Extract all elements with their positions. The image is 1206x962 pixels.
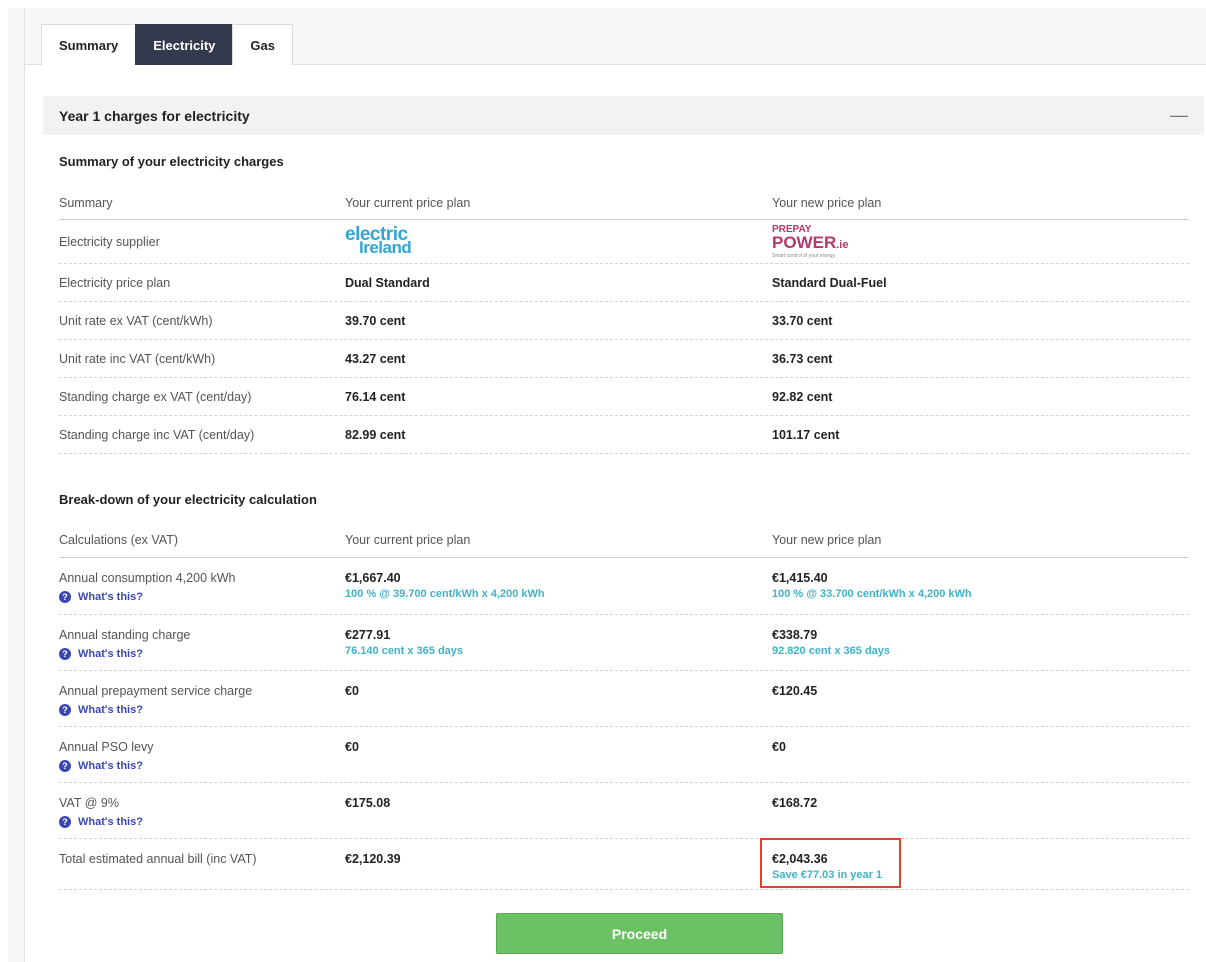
prepay-power-logo: PREPAY POWER.ie Smart control of your en…: [772, 224, 848, 259]
summary-header-col2: Your current price plan: [345, 195, 471, 210]
new-value: Standard Dual-Fuel: [772, 275, 887, 290]
proceed-button[interactable]: Proceed: [496, 913, 783, 954]
breakdown-section-title: Break-down of your electricity calculati…: [59, 492, 317, 507]
accordion-header[interactable]: Year 1 charges for electricity —: [43, 96, 1204, 135]
current-detail: 100 % @ 39.700 cent/kWh x 4,200 kWh: [345, 588, 545, 600]
new-value: €0: [772, 740, 786, 754]
row-label: Annual prepayment service charge: [59, 684, 253, 698]
summary-row: Electricity price plan Dual Standard Sta…: [59, 264, 1189, 302]
new-value: 36.73 cent: [772, 351, 833, 366]
question-icon: ?: [59, 591, 71, 603]
total-row: Total estimated annual bill (inc VAT) €2…: [59, 839, 1189, 890]
current-value: 82.99 cent: [345, 427, 406, 442]
current-value: €0: [345, 684, 359, 698]
current-value: €175.08: [345, 796, 391, 810]
current-value: €1,667.40: [345, 571, 401, 585]
tab-summary[interactable]: Summary: [41, 24, 137, 65]
row-label: Standing charge inc VAT (cent/day): [59, 427, 255, 442]
current-value: Dual Standard: [345, 275, 430, 290]
summary-section-title: Summary of your electricity charges: [59, 154, 284, 169]
whats-this-link[interactable]: ? What's this?: [59, 648, 345, 660]
question-icon: ?: [59, 760, 71, 772]
new-value: €168.72: [772, 796, 818, 810]
summary-table: Summary Your current price plan Your new…: [59, 186, 1189, 454]
new-value: €120.45: [772, 684, 818, 698]
supplier-label: Electricity supplier: [59, 234, 160, 249]
current-detail: 76.140 cent x 365 days: [345, 645, 464, 657]
accordion-title: Year 1 charges for electricity: [59, 107, 250, 124]
tab-electricity[interactable]: Electricity: [135, 24, 234, 65]
total-label: Total estimated annual bill (inc VAT): [59, 852, 257, 866]
row-label: Annual PSO levy: [59, 740, 154, 754]
current-value: 39.70 cent: [345, 313, 406, 328]
new-value: 92.82 cent: [772, 389, 833, 404]
logo-power-text: POWER: [772, 232, 837, 252]
summary-row: Standing charge ex VAT (cent/day) 76.14 …: [59, 378, 1189, 416]
new-detail: 100 % @ 33.700 cent/kWh x 4,200 kWh: [772, 588, 972, 600]
whats-this-link[interactable]: ? What's this?: [59, 704, 345, 716]
current-value: 76.14 cent: [345, 389, 406, 404]
breakdown-row: Annual PSO levy ? What's this? €0 €0: [59, 727, 1189, 783]
tab-gas[interactable]: Gas: [232, 24, 293, 65]
breakdown-row: Annual prepayment service charge ? What's…: [59, 671, 1189, 727]
breakdown-header-row: Calculations (ex VAT) Your current price…: [59, 522, 1189, 558]
row-label: Standing charge ex VAT (cent/day): [59, 389, 252, 404]
new-value: 33.70 cent: [772, 313, 833, 328]
total-current-value: €2,120.39: [345, 852, 401, 866]
row-label: VAT @ 9%: [59, 796, 119, 810]
breakdown-header-col3: Your new price plan: [772, 532, 882, 547]
new-value: 101.17 cent: [772, 427, 840, 442]
new-detail: 92.820 cent x 365 days: [772, 645, 891, 657]
content-panel: Summary Electricity Gas Year 1 charges f…: [24, 8, 1206, 962]
breakdown-table: Calculations (ex VAT) Your current price…: [59, 522, 1189, 890]
new-value: €1,415.40: [772, 571, 828, 585]
summary-row: Unit rate inc VAT (cent/kWh) 43.27 cent …: [59, 340, 1189, 378]
new-supplier-cell: PREPAY POWER.ie Smart control of your en…: [772, 224, 1189, 260]
summary-header-row: Summary Your current price plan Your new…: [59, 186, 1189, 220]
whats-this-link[interactable]: ? What's this?: [59, 760, 345, 772]
row-label: Unit rate ex VAT (cent/kWh): [59, 313, 213, 328]
breakdown-row: Annual standing charge ? What's this? €27…: [59, 615, 1189, 671]
tab-bar: Summary Electricity Gas: [25, 8, 1206, 65]
row-label: Annual consumption 4,200 kWh: [59, 571, 236, 585]
breakdown-header-col2: Your current price plan: [345, 532, 471, 547]
whats-this-link[interactable]: ? What's this?: [59, 591, 345, 603]
current-value: €0: [345, 740, 359, 754]
logo-tagline: Smart control of your energy: [772, 252, 836, 259]
electric-ireland-logo: electric Ireland: [345, 225, 412, 256]
collapse-icon[interactable]: —: [1170, 105, 1188, 126]
new-value: €338.79: [772, 628, 818, 642]
question-icon: ?: [59, 816, 71, 828]
question-icon: ?: [59, 648, 71, 660]
breakdown-row: Annual consumption 4,200 kWh ? What's thi…: [59, 558, 1189, 615]
summary-header-col3: Your new price plan: [772, 195, 882, 210]
row-label: Electricity price plan: [59, 275, 171, 290]
row-label: Annual standing charge: [59, 628, 191, 642]
row-label: Unit rate inc VAT (cent/kWh): [59, 351, 216, 366]
breakdown-row: VAT @ 9% ? What's this? €175.08 €168.72: [59, 783, 1189, 839]
logo-suffix: .ie: [836, 238, 849, 251]
summary-row: Standing charge inc VAT (cent/day) 82.99…: [59, 416, 1189, 454]
summary-header-col1: Summary: [59, 195, 113, 210]
breakdown-header-col1: Calculations (ex VAT): [59, 532, 179, 547]
page-background: Summary Electricity Gas Year 1 charges f…: [8, 8, 1206, 962]
question-icon: ?: [59, 704, 71, 716]
whats-this-link[interactable]: ? What's this?: [59, 816, 345, 828]
current-supplier-cell: electric Ireland: [345, 225, 772, 256]
current-value: 43.27 cent: [345, 351, 406, 366]
supplier-row: Electricity supplier electric Ireland PR…: [59, 220, 1189, 264]
savings-highlight-box: [760, 838, 901, 888]
summary-row: Unit rate ex VAT (cent/kWh) 39.70 cent 3…: [59, 302, 1189, 340]
current-value: €277.91: [345, 628, 391, 642]
